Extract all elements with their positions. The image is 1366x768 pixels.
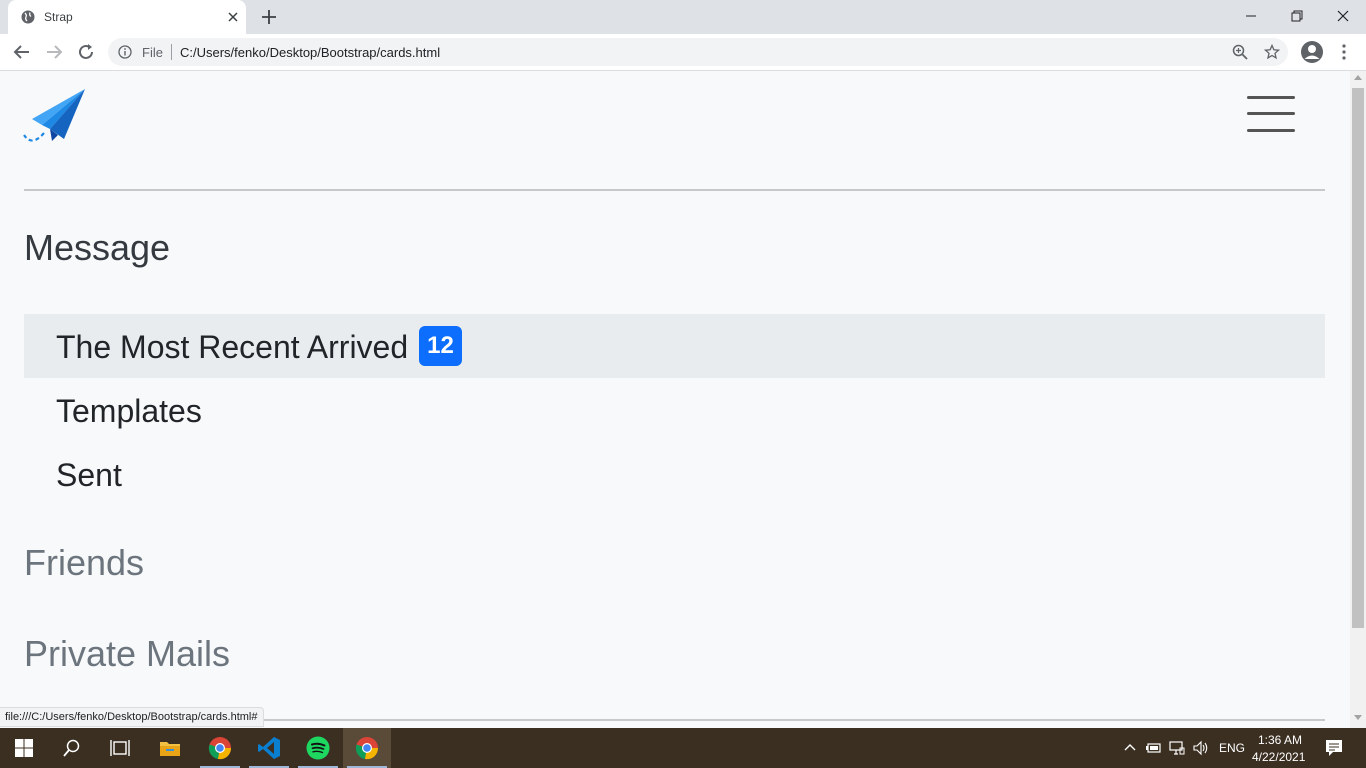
profile-avatar-icon[interactable]	[1300, 40, 1324, 64]
search-button[interactable]	[48, 728, 96, 768]
scroll-thumb[interactable]	[1352, 88, 1364, 628]
reload-icon[interactable]	[76, 42, 96, 62]
count-badge: 12	[419, 326, 462, 366]
forward-arrow-icon[interactable]	[44, 42, 64, 62]
restore-button[interactable]	[1274, 0, 1320, 32]
bookmark-star-icon[interactable]	[1264, 44, 1280, 60]
paper-plane-logo-icon[interactable]	[22, 87, 88, 145]
link-status-bar: file:///C:/Users/fenko/Desktop/Bootstrap…	[0, 707, 264, 727]
taskbar-spotify[interactable]	[294, 728, 342, 768]
list-item-sent[interactable]: Sent	[24, 442, 1325, 506]
clock-time: 1:36 AM	[1258, 733, 1303, 747]
vscode-icon	[258, 737, 280, 759]
minimize-button[interactable]	[1228, 0, 1274, 32]
spotify-icon	[306, 736, 330, 760]
navbar-toggler-button[interactable]	[1244, 93, 1298, 135]
list-item-label: The Most Recent Arrived	[56, 329, 409, 365]
info-icon[interactable]	[118, 45, 132, 59]
taskbar-chrome[interactable]	[196, 728, 244, 768]
clock-date: 4/22/2021	[1252, 750, 1306, 764]
new-tab-icon[interactable]	[260, 8, 278, 26]
windows-taskbar: ENG 1:36 AM 4/22/2021	[0, 728, 1366, 768]
language-indicator[interactable]: ENG	[1219, 741, 1245, 755]
back-arrow-icon[interactable]	[12, 42, 32, 62]
taskbar-file-explorer[interactable]	[146, 728, 194, 768]
chrome-icon	[355, 737, 379, 760]
page-viewport: Message The Most Recent Arrived 12 Templ…	[0, 71, 1350, 728]
list-item-most-recent[interactable]: The Most Recent Arrived 12	[24, 314, 1325, 378]
address-scheme: File	[142, 45, 163, 60]
heading-private-mails[interactable]: Private Mails	[24, 633, 230, 675]
tab-title: Strap	[44, 10, 73, 24]
browser-tab[interactable]: Strap	[8, 0, 246, 34]
restore-icon	[1291, 10, 1303, 22]
heading-friends[interactable]: Friends	[24, 542, 144, 584]
list-item-templates[interactable]: Templates	[24, 378, 1325, 442]
menu-dots-icon[interactable]	[1336, 42, 1352, 62]
notifications-icon[interactable]	[1325, 739, 1343, 757]
hamburger-bar	[1247, 112, 1295, 115]
search-icon	[63, 739, 80, 757]
chevron-up-icon[interactable]	[1122, 740, 1138, 756]
clock[interactable]: 1:36 AM 4/22/2021	[1252, 731, 1314, 765]
zoom-icon[interactable]	[1232, 44, 1248, 60]
close-window-button[interactable]	[1320, 0, 1366, 32]
taskbar-chrome-active[interactable]	[343, 728, 391, 768]
taskbar-vscode[interactable]	[245, 728, 293, 768]
task-view-icon	[110, 740, 130, 756]
folder-icon	[160, 742, 180, 756]
close-icon	[1337, 10, 1349, 22]
scroll-up-arrow-icon[interactable]	[1354, 75, 1362, 80]
close-tab-icon[interactable]	[226, 10, 240, 24]
hamburger-bar	[1247, 129, 1295, 132]
scroll-down-arrow-icon[interactable]	[1354, 715, 1362, 720]
globe-icon	[21, 10, 35, 24]
address-bar[interactable]: File C:/Users/fenko/Desktop/Bootstrap/ca…	[108, 38, 1288, 66]
heading-message: Message	[24, 227, 171, 268]
vertical-scrollbar[interactable]	[1350, 71, 1366, 728]
browser-tabstrip: Strap	[0, 0, 1366, 34]
volume-icon[interactable]	[1193, 740, 1209, 756]
address-separator	[171, 44, 172, 60]
list-item-label: Templates	[56, 393, 202, 429]
windows-logo-icon	[15, 739, 33, 757]
start-button[interactable]	[0, 728, 48, 768]
battery-icon[interactable]	[1145, 740, 1161, 756]
chrome-icon	[208, 737, 232, 760]
minimize-icon	[1246, 15, 1256, 17]
task-view-button[interactable]	[96, 728, 144, 768]
address-url[interactable]: C:/Users/fenko/Desktop/Bootstrap/cards.h…	[180, 45, 440, 60]
network-icon[interactable]	[1169, 740, 1185, 756]
browser-toolbar: File C:/Users/fenko/Desktop/Bootstrap/ca…	[0, 34, 1366, 71]
top-divider	[24, 189, 1325, 191]
hamburger-bar	[1247, 96, 1295, 99]
list-item-label: Sent	[56, 457, 122, 493]
